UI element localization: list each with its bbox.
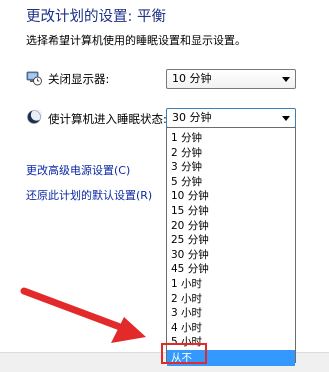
dropdown-option[interactable]: 5 分钟 xyxy=(167,175,295,189)
chevron-down-icon xyxy=(282,116,290,121)
dropdown-option[interactable]: 1 分钟 xyxy=(167,131,295,145)
sleep-label: 使计算机进入睡眠状态: xyxy=(48,112,167,126)
display-off-select[interactable]: 10 分钟 xyxy=(166,69,296,89)
dropdown-option[interactable]: 2 小时 xyxy=(167,292,295,306)
monitor-clock-icon xyxy=(26,70,42,86)
display-off-label: 关闭显示器: xyxy=(48,72,110,86)
dropdown-option[interactable]: 1 小时 xyxy=(167,277,295,291)
sleep-value: 30 分钟 xyxy=(172,111,212,124)
display-off-value: 10 分钟 xyxy=(172,72,212,85)
dropdown-option[interactable]: 20 分钟 xyxy=(167,219,295,233)
dropdown-option[interactable]: 3 小时 xyxy=(167,306,295,320)
page-title: 更改计划的设置: 平衡 xyxy=(26,9,166,25)
sleep-dropdown-list[interactable]: 1 分钟 2 分钟 3 分钟 5 分钟 10 分钟 15 分钟 20 分钟 25 分钟 30 分… xyxy=(166,127,296,366)
restore-defaults-link[interactable]: 还原此计划的默认设置(R) xyxy=(26,187,152,203)
dropdown-option[interactable]: 45 分钟 xyxy=(167,262,295,276)
sleep-select[interactable]: 30 分钟 xyxy=(166,108,296,128)
dropdown-option[interactable]: 2 分钟 xyxy=(167,146,295,160)
chevron-down-icon xyxy=(282,77,290,82)
power-plan-settings-window: 更改计划的设置: 平衡 选择希望计算机使用的睡眠设置和显示设置。 关闭显示器: … xyxy=(0,0,329,372)
dropdown-option[interactable]: 3 分钟 xyxy=(167,160,295,174)
highlight-box xyxy=(161,343,207,364)
page-description: 选择希望计算机使用的睡眠设置和显示设置。 xyxy=(26,34,246,47)
dropdown-option[interactable]: 25 分钟 xyxy=(167,233,295,247)
moon-icon xyxy=(26,109,43,125)
dropdown-option[interactable]: 30 分钟 xyxy=(167,248,295,262)
dropdown-option[interactable]: 10 分钟 xyxy=(167,189,295,203)
dropdown-option[interactable]: 15 分钟 xyxy=(167,204,295,218)
dropdown-option[interactable]: 4 小时 xyxy=(167,321,295,335)
advanced-power-settings-link[interactable]: 更改高级电源设置(C) xyxy=(26,162,130,178)
